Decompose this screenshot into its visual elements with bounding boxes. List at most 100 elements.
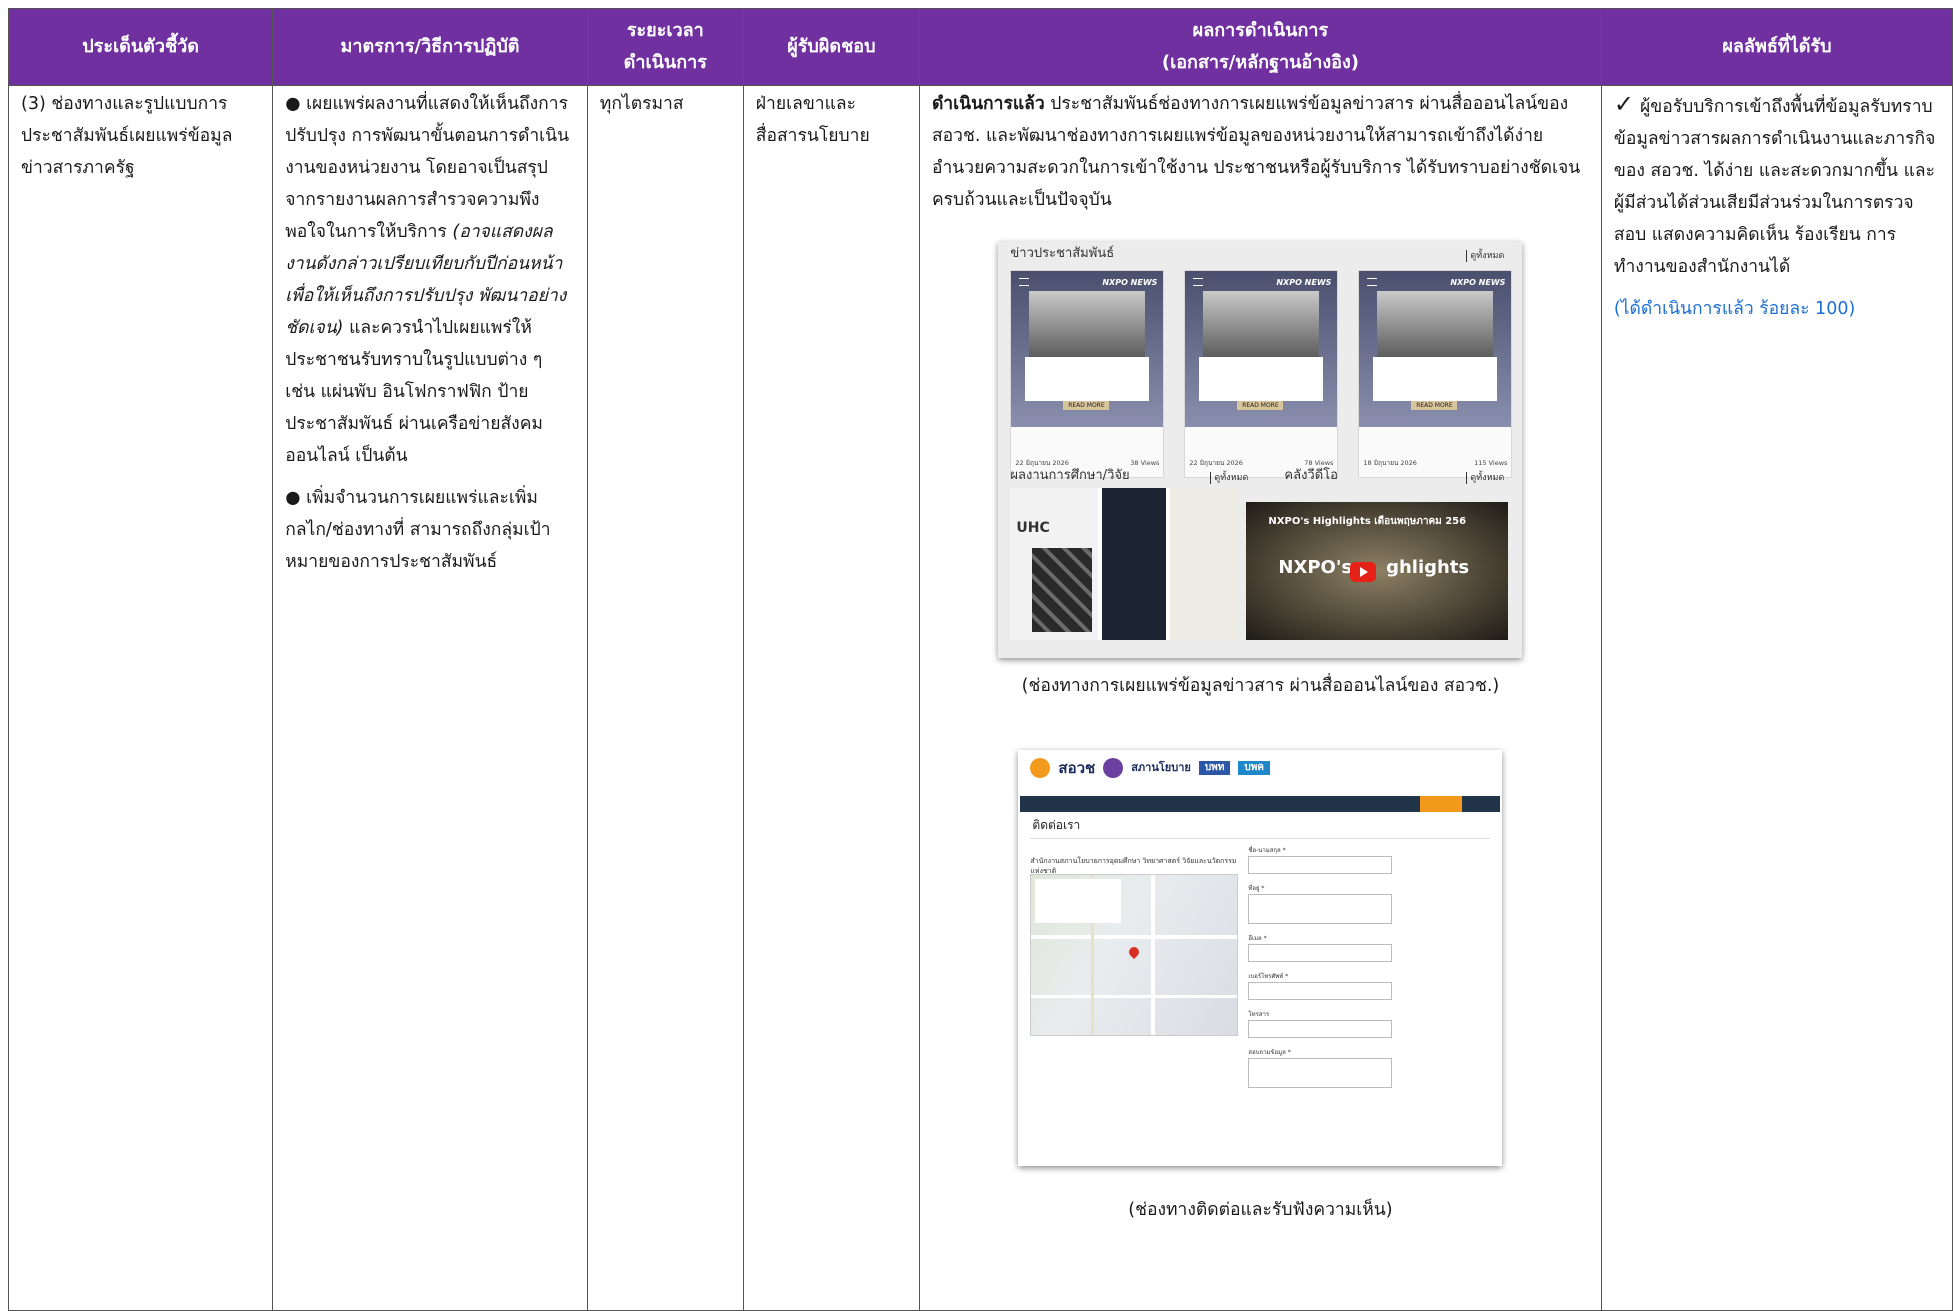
inquiry-field	[1248, 1058, 1393, 1088]
news-date: 22 มิถุนายน 2026	[1189, 459, 1243, 467]
logo-bar: สอวช สภานโยบาย บพท บพค	[1030, 758, 1270, 778]
news-photo	[1203, 291, 1320, 357]
name-field	[1248, 856, 1393, 874]
outcome-description: ผู้ขอรับบริการเข้าถึงพื้นที่ข้อมูลรับทรา…	[1613, 97, 1936, 277]
read-more-button: READ MORE	[1237, 401, 1284, 410]
form-label: อีเมล *	[1248, 935, 1267, 942]
news-headline-box	[1199, 357, 1324, 401]
contact-form: ชื่อ-นามสกุล * ที่อยู่ * อีเมล * เบอร์โท…	[1248, 846, 1393, 1098]
header-responsible: ผู้รับผิดชอบ	[742, 8, 920, 86]
map-heading: สำนักงานสภานโยบายการอุดมศึกษา วิทยาศาสตร…	[1030, 857, 1237, 875]
measure-1-tail: และควรนำไปเผยแพร่ให้ประชาชนรับทราบในรูปแ…	[285, 318, 543, 466]
measure-item-1: ● เผยแพร่ผลงานที่แสดงให้เห็นถึงการปรับปร…	[285, 88, 575, 472]
header-row: ประเด็นตัวชี้วัด มาตรการ/วิธีการปฏิบัติ …	[7, 8, 1953, 86]
map-road	[1031, 995, 1238, 998]
cell-outcome: ✓ ผู้ขอรับบริการเข้าถึงพื้นที่ข้อมูลรับทร…	[1600, 85, 1953, 1311]
news-card: NXPO NEWS READ MORE 22 มิถุนายน 2026 38 Vi…	[1010, 270, 1165, 478]
news-photo	[1377, 291, 1494, 357]
see-all-link: ดูทั้งหมด	[1466, 250, 1504, 262]
news-poster: NXPO NEWS READ MORE	[1359, 271, 1512, 427]
nxpo-logo-icon	[1030, 758, 1051, 778]
email-field	[1248, 944, 1393, 962]
map-place-card	[1035, 879, 1122, 923]
header-results-line2: (เอกสาร/หลักฐานอ้างอิง)	[1161, 52, 1359, 73]
cell-responsible: ฝ่ายเลขาและสื่อสารนโยบาย	[742, 85, 920, 1311]
header-measures: มาตรการ/วิธีการปฏิบัติ	[272, 8, 588, 86]
news-caption	[1359, 427, 1511, 457]
news-photo	[1029, 291, 1146, 357]
video-section-title: คลังวีดีโอ	[1284, 468, 1338, 483]
see-all-link: ดูทั้งหมด	[1466, 472, 1504, 484]
figure-caption-1: (ช่องทางการเผยแพร่ข้อมูลข่าวสาร ผ่านสื่อ…	[1021, 676, 1500, 696]
research-cover	[1170, 488, 1239, 640]
header-results: ผลการดำเนินการ (เอกสาร/หลักฐานอ้างอิง)	[918, 8, 1602, 86]
news-brand: NXPO NEWS	[1450, 278, 1506, 287]
news-date: 18 มิถุนายน 2026	[1363, 459, 1417, 467]
see-all-link: ดูทั้งหมด	[1210, 472, 1248, 484]
bullet-icon: ●	[285, 94, 301, 114]
location-map	[1030, 874, 1239, 1036]
table-row: (3) ช่องทางและรูปแบบการประชาสัมพันธ์เผยแ…	[7, 85, 1953, 1311]
video-big-right: ghlights	[1386, 557, 1470, 578]
measure-item-2: ● เพิ่มจำนวนการเผยแพร่และเพิ่มกลไก/ช่องท…	[285, 482, 575, 578]
news-headline-box	[1373, 357, 1498, 401]
cell-indicator: (3) ช่องทางและรูปแบบการประชาสัมพันธ์เผยแ…	[7, 85, 274, 1311]
figure-caption-2: (ช่องทางติดต่อและรับฟังความเห็น)	[1128, 1200, 1393, 1220]
play-icon	[1350, 562, 1377, 582]
map-pin-icon	[1127, 944, 1142, 960]
news-section-title: ข่าวประชาสัมพันธ์	[1010, 246, 1115, 261]
measure-1-text: เผยแพร่ผลงานที่แสดงให้เห็นถึงการปรับปรุง…	[285, 94, 570, 242]
nav-active-item	[1420, 796, 1463, 812]
uhc-label: UHC	[1016, 520, 1050, 536]
outcome-progress: (ได้ดำเนินการแล้ว ร้อยละ 100)	[1613, 299, 1856, 319]
site-navbar	[1020, 796, 1501, 812]
news-views: 38 Views	[1130, 459, 1160, 467]
form-label: โทรสาร	[1248, 1011, 1270, 1018]
contact-page-screenshot: สอวช สภานโยบาย บพท บพค ติดต่อเรา สำนักงา…	[1018, 750, 1503, 1166]
menu-icon	[1019, 278, 1030, 286]
research-thumbnails: UHC	[1010, 488, 1239, 640]
research-cover	[1102, 488, 1167, 640]
news-brand: NXPO NEWS	[1276, 278, 1332, 287]
cell-results: ดำเนินการแล้ว ประชาสัมพันธ์ช่องทางการเผย…	[918, 85, 1602, 1311]
research-cover: UHC	[1010, 488, 1099, 640]
news-poster: NXPO NEWS READ MORE	[1185, 271, 1338, 427]
divider	[1030, 838, 1491, 839]
header-indicator: ประเด็นตัวชี้วัด	[7, 8, 274, 86]
news-views: 115 Views	[1474, 459, 1508, 467]
phone-field	[1248, 982, 1393, 1000]
video-thumbnail: NXPO's Highlights เดือนพฤษภาคม 256 NXPO'…	[1246, 502, 1509, 640]
research-section-title: ผลงานการศึกษา/วิจัย	[1010, 468, 1130, 483]
map-road	[1031, 935, 1238, 939]
form-label: สอบถามข้อมูล *	[1248, 1049, 1291, 1056]
news-headline-box	[1025, 357, 1150, 401]
outcome-text: ✓ ผู้ขอรับบริการเข้าถึงพื้นที่ข้อมูลรับทร…	[1614, 88, 1940, 283]
menu-icon	[1193, 278, 1204, 286]
header-period-line1: ระยะเวลา	[626, 20, 704, 41]
report-table: ประเด็นตัวชี้วัด มาตรการ/วิธีการปฏิบัติ …	[7, 8, 1953, 1311]
council-logo: สภานโยบาย	[1131, 761, 1191, 774]
bullet-icon: ●	[285, 488, 301, 508]
result-status: ดำเนินการแล้ว	[931, 94, 1045, 114]
measure-2-text: เพิ่มจำนวนการเผยแพร่และเพิ่มกลไก/ช่องทาง…	[285, 488, 551, 572]
video-title: NXPO's Highlights เดือนพฤษภาคม 256	[1268, 516, 1467, 527]
news-brand: NXPO NEWS	[1102, 278, 1158, 287]
header-period: ระยะเวลาดำเนินการ	[586, 8, 744, 86]
header-outcome: ผลลัพธ์ที่ได้รับ	[1600, 8, 1953, 86]
pmuc-logo: บพค	[1238, 761, 1270, 775]
news-card: NXPO NEWS READ MORE 18 มิถุนายน 2026 115 V…	[1358, 270, 1513, 478]
map-road	[1151, 875, 1156, 1035]
nxpo-logo: สอวช	[1058, 759, 1096, 777]
menu-icon	[1367, 278, 1378, 286]
header-period-line2: ดำเนินการ	[623, 52, 707, 73]
check-icon: ✓	[1613, 90, 1635, 118]
form-label: เบอร์โทรศัพท์ *	[1248, 973, 1289, 980]
news-poster: NXPO NEWS READ MORE	[1011, 271, 1164, 427]
news-website-screenshot: ข่าวประชาสัมพันธ์ ดูทั้งหมด NXPO NEWS REA…	[998, 242, 1523, 658]
read-more-button: READ MORE	[1411, 401, 1458, 410]
form-label: ที่อยู่ *	[1248, 885, 1265, 892]
read-more-button: READ MORE	[1063, 401, 1110, 410]
cell-measures: ● เผยแพร่ผลงานที่แสดงให้เห็นถึงการปรับปร…	[272, 85, 588, 1311]
video-big-left: NXPO's	[1278, 557, 1353, 578]
result-text: ดำเนินการแล้ว ประชาสัมพันธ์ช่องทางการเผย…	[932, 88, 1589, 216]
